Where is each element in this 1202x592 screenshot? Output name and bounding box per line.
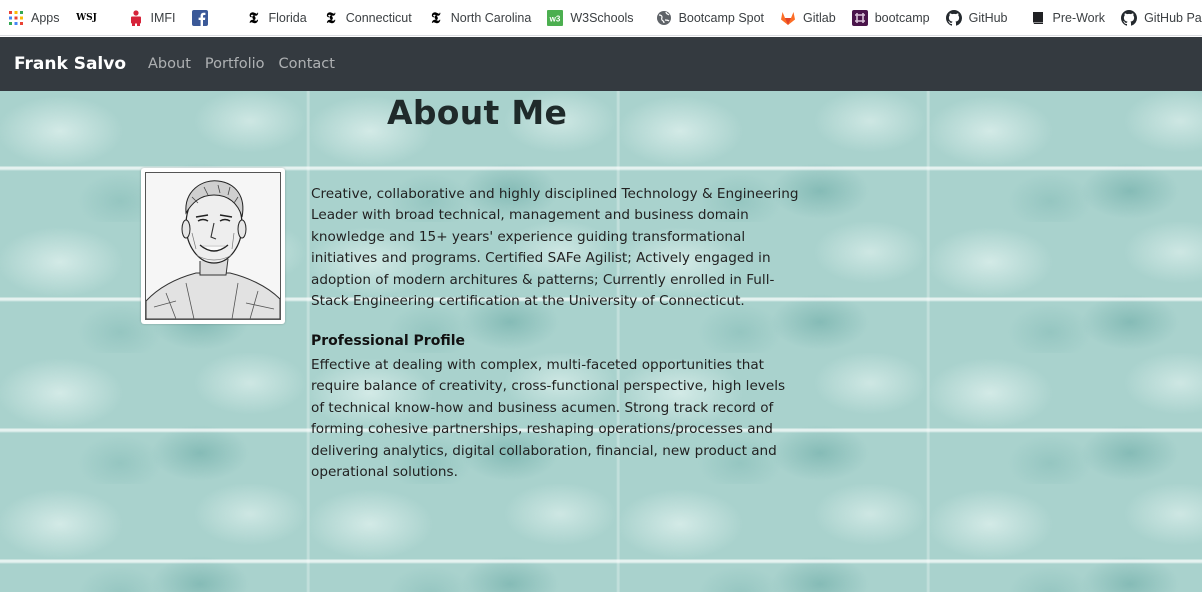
bookmark-north-carolina[interactable]: 𝕿 North Carolina: [420, 0, 540, 35]
nyt-icon: 𝕿: [248, 8, 259, 27]
bookmark-label: bootcamp: [874, 10, 930, 25]
bookmark-github-pages[interactable]: GitHub Pages | W: [1113, 0, 1202, 35]
github-icon: [945, 9, 962, 26]
bio-paragraph: Creative, collaborative and highly disci…: [311, 186, 799, 310]
nav-link-about[interactable]: About: [148, 56, 191, 72]
bookmark-w3schools[interactable]: w3 W3Schools: [539, 0, 641, 35]
bookmark-label: IMFI: [150, 10, 176, 25]
professional-profile-heading: Professional Profile: [311, 333, 465, 349]
bookmark-label: Gitlab: [803, 10, 836, 25]
facebook-icon: [191, 9, 208, 26]
bookmark-apps[interactable]: Apps: [0, 0, 68, 35]
bookmark-pre-work[interactable]: Pre-Work: [1022, 0, 1114, 35]
profile-photo: [141, 168, 285, 324]
svg-text:w3: w3: [549, 14, 561, 23]
bookmark-bootcamp-spot[interactable]: Bootcamp Spot: [648, 0, 772, 35]
profile-photo-sketch: [145, 172, 281, 320]
bookmarks-bar: Apps WSJ IMFI 𝕿 Florida 𝕿 Connecticut 𝕿 …: [0, 0, 1202, 36]
bookmark-label: GitHub Pages | W: [1144, 10, 1202, 25]
wsj-icon-text: WSJ: [76, 12, 97, 23]
bookmark-label: Florida: [268, 10, 307, 25]
page-title: About Me: [387, 93, 568, 132]
w3schools-icon: w3: [547, 9, 564, 26]
bookmark-gitlab[interactable]: Gitlab: [772, 0, 844, 35]
professional-profile-text: Effective at dealing with complex, multi…: [311, 357, 786, 481]
bio-text: Creative, collaborative and highly disci…: [311, 184, 801, 312]
bookmark-label: GitHub: [968, 10, 1008, 25]
bookmark-connecticut[interactable]: 𝕿 Connecticut: [315, 0, 420, 35]
bookmark-label: Pre-Work: [1052, 10, 1106, 25]
nav-link-contact[interactable]: Contact: [279, 56, 335, 72]
nyt-icon: 𝕿: [431, 8, 441, 27]
imfi-icon: [128, 9, 144, 26]
bookmark-florida[interactable]: 𝕿 Florida: [238, 0, 315, 35]
slack-icon: [851, 9, 868, 26]
bookmark-label: Bootcamp Spot: [678, 10, 765, 25]
bookmark-facebook[interactable]: [184, 0, 216, 35]
navbar: Frank Salvo About Portfolio Contact: [0, 37, 1202, 91]
book-icon: [1030, 10, 1046, 26]
wsj-icon: WSJ: [76, 10, 98, 26]
bookmark-imfi[interactable]: IMFI: [120, 0, 184, 35]
navbar-brand[interactable]: Frank Salvo: [14, 54, 126, 74]
watercolor-background: [0, 91, 1202, 592]
bookmark-label: Connecticut: [345, 10, 412, 25]
apps-grid-icon: [8, 10, 24, 26]
gitlab-icon: [780, 10, 796, 26]
bookmark-label: Apps: [31, 10, 60, 25]
nyt-icon: 𝕿: [326, 8, 336, 27]
bookmark-label: North Carolina: [450, 10, 532, 25]
bookmark-wsj[interactable]: WSJ: [68, 0, 106, 35]
bookmark-label: W3Schools: [570, 10, 634, 25]
bookmark-github[interactable]: GitHub: [938, 0, 1016, 35]
globe-icon: [656, 10, 672, 26]
github-icon: [1121, 9, 1138, 26]
bookmark-bootcamp[interactable]: bootcamp: [844, 0, 938, 35]
nav-link-portfolio[interactable]: Portfolio: [205, 56, 265, 72]
